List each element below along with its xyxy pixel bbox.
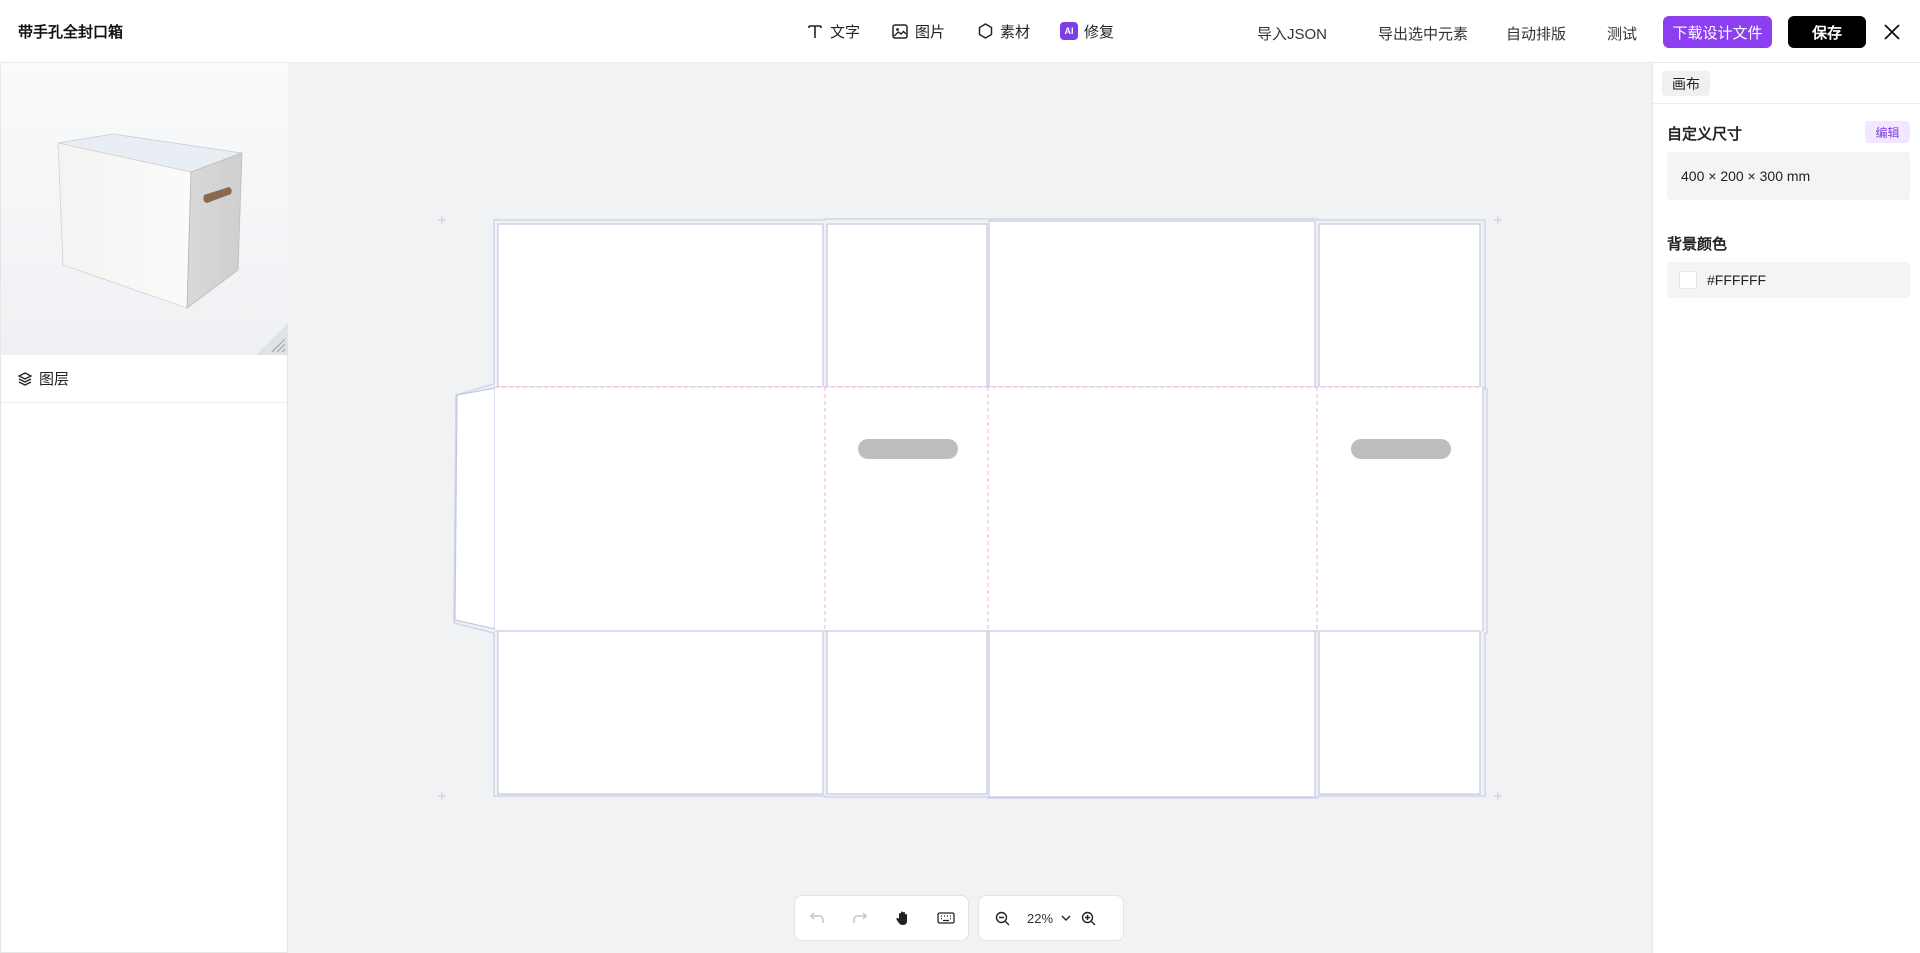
redo-icon[interactable]: [844, 902, 876, 934]
zoom-in-icon[interactable]: [1075, 902, 1101, 934]
layers-list: [0, 403, 287, 953]
document-title: 带手孔全封口箱: [18, 24, 124, 41]
left-panel: 图层: [0, 63, 288, 953]
edit-size-button[interactable]: 编辑: [1865, 121, 1910, 143]
image-tool-button[interactable]: 图片: [891, 19, 945, 43]
chevron-down-icon[interactable]: [1057, 902, 1075, 934]
box-3d-preview: [57, 133, 243, 309]
zoom-out-icon[interactable]: [991, 902, 1013, 934]
properties-tabs: 画布: [1653, 63, 1920, 104]
box-dieline[interactable]: [288, 63, 1652, 953]
zoom-bar: 22%: [794, 895, 1124, 941]
layers-icon: [17, 371, 33, 387]
resize-handle-icon[interactable]: [256, 323, 288, 355]
export-selected-button[interactable]: 导出选中元素: [1378, 23, 1468, 44]
material-tool-button[interactable]: 素材: [976, 19, 1030, 43]
background-color-field[interactable]: #FFFFFF: [1667, 262, 1910, 298]
3d-preview[interactable]: [0, 63, 288, 355]
layers-title: 图层: [39, 371, 70, 388]
close-icon[interactable]: [1881, 21, 1903, 43]
top-flap-2[interactable]: [826, 223, 988, 388]
hand-hole-left[interactable]: [858, 439, 958, 459]
body-area[interactable]: [495, 387, 1483, 631]
keyboard-icon[interactable]: [930, 902, 962, 934]
bottom-flap-1[interactable]: [497, 630, 824, 795]
properties-panel: 画布 自定义尺寸 编辑 400 × 200 × 300 mm 背景颜色 #FFF…: [1652, 63, 1920, 953]
text-tool-label: 文字: [830, 23, 861, 41]
bottom-flap-3[interactable]: [988, 630, 1316, 798]
undo-icon[interactable]: [801, 902, 833, 934]
hexagon-icon: [976, 22, 994, 40]
auto-layout-button[interactable]: 自动排版: [1506, 23, 1566, 44]
custom-size-label: 自定义尺寸: [1667, 126, 1743, 143]
color-swatch[interactable]: [1679, 271, 1697, 289]
bottom-flap-4[interactable]: [1318, 630, 1481, 795]
background-color-value: #FFFFFF: [1707, 272, 1767, 288]
text-tool-button[interactable]: 文字: [806, 19, 860, 43]
download-design-file-button[interactable]: 下载设计文件: [1663, 16, 1772, 48]
save-button[interactable]: 保存: [1788, 16, 1866, 48]
zoom-controls: 22%: [978, 895, 1124, 941]
top-flap-4[interactable]: [1318, 223, 1481, 388]
history-tools: [794, 895, 969, 941]
hand-hole-right[interactable]: [1351, 439, 1451, 459]
top-bar: 带手孔全封口箱 文字 图片 素材 AI 修复 导入JSON 导出选中元素 自动排…: [0, 0, 1920, 63]
top-flap-3[interactable]: [988, 220, 1316, 388]
hand-pan-icon[interactable]: [887, 902, 919, 934]
glue-flap[interactable]: [454, 387, 496, 630]
ai-icon: AI: [1060, 22, 1079, 40]
toolbar: 文字 图片 素材 AI 修复: [806, 19, 1114, 43]
background-color-label: 背景颜色: [1667, 236, 1728, 253]
top-flap-1[interactable]: [497, 223, 824, 388]
zoom-level[interactable]: 22%: [1027, 911, 1053, 926]
image-icon: [891, 22, 909, 40]
ai-repair-tool-button[interactable]: AI 修复: [1060, 19, 1114, 43]
test-button[interactable]: 测试: [1607, 23, 1637, 44]
import-json-button[interactable]: 导入JSON: [1257, 23, 1327, 44]
image-tool-label: 图片: [915, 23, 946, 41]
size-value: 400 × 200 × 300 mm: [1667, 152, 1910, 200]
ai-repair-tool-label: 修复: [1084, 23, 1115, 41]
design-canvas[interactable]: 22%: [288, 63, 1652, 953]
tab-canvas[interactable]: 画布: [1662, 71, 1710, 96]
bottom-flap-2[interactable]: [826, 630, 988, 795]
material-tool-label: 素材: [1000, 23, 1031, 41]
text-icon: [806, 22, 824, 40]
layers-header: 图层: [0, 355, 287, 403]
